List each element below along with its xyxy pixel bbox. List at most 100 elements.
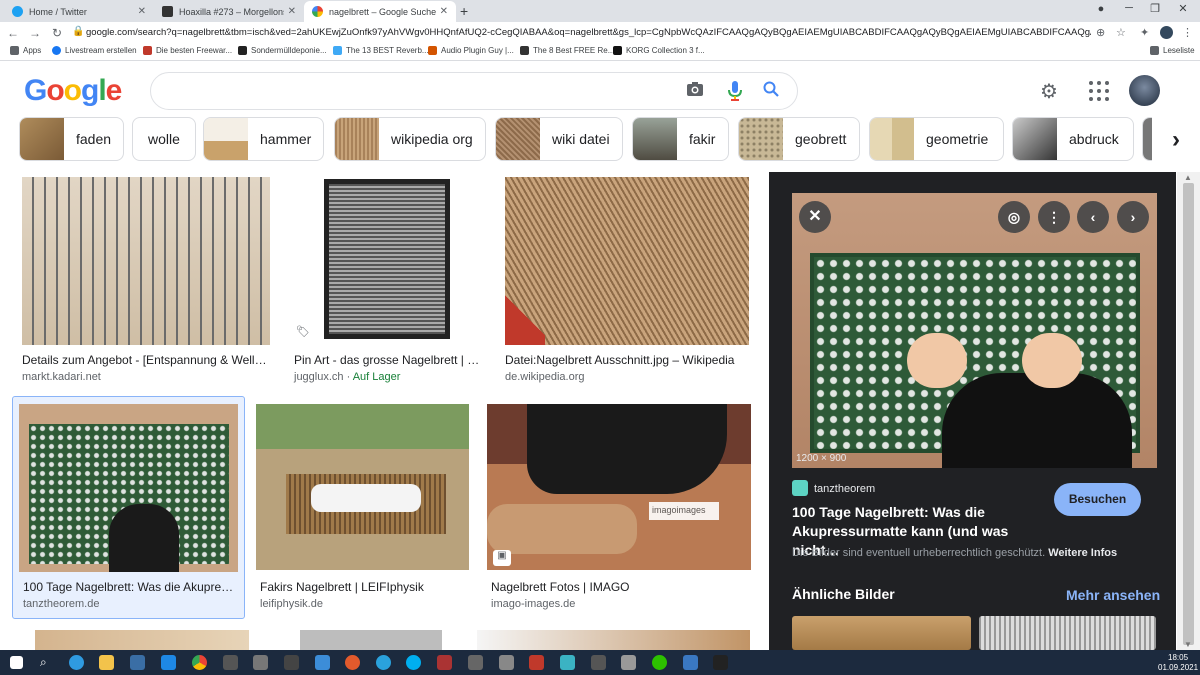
result-source[interactable]: de.wikipedia.org [505, 371, 585, 383]
close-icon[interactable]: ✕ [138, 6, 146, 17]
app-icon[interactable] [713, 655, 728, 670]
tab-twitter[interactable]: Home / Twitter ✕ [4, 1, 154, 22]
bookmark-sondermuell[interactable]: Sondermülldeponie... [238, 46, 327, 55]
similar-image[interactable] [792, 616, 971, 650]
chrome-icon[interactable] [192, 655, 207, 670]
image-result[interactable]: Datei:Nagelbrett Ausschnitt.jpg – Wikipe… [505, 177, 749, 387]
scrollbar-thumb[interactable] [1183, 183, 1194, 645]
result-source[interactable]: jugglux.ch · Auf Lager [294, 371, 400, 383]
maximize-icon[interactable]: ❐ [1142, 2, 1168, 15]
telegram-icon[interactable] [376, 655, 391, 670]
app-icon[interactable] [345, 655, 360, 670]
store-icon[interactable] [130, 655, 145, 670]
app-icon[interactable] [621, 655, 636, 670]
edge-icon[interactable] [69, 655, 84, 670]
visit-button[interactable]: Besuchen [1054, 483, 1141, 516]
tab-google-search[interactable]: nagelbrett – Google Suche ✕ [304, 1, 456, 22]
result-source[interactable]: imago-images.de [491, 598, 575, 610]
result-thumbnail[interactable] [505, 177, 749, 345]
app-icon[interactable] [499, 655, 514, 670]
search-box[interactable] [150, 72, 798, 110]
result-title[interactable]: Details zum Angebot - [Entspannung & Wel… [22, 353, 270, 367]
menu-icon[interactable]: ⋮ [1182, 26, 1193, 39]
result-thumbnail[interactable] [290, 177, 484, 345]
more-options-icon[interactable]: ⋮ [1038, 201, 1070, 233]
zoom-icon[interactable]: ⊕ [1096, 26, 1105, 39]
mail-icon[interactable] [161, 655, 176, 670]
similar-image[interactable] [979, 616, 1156, 650]
chip-geometrie[interactable]: geometrie [869, 117, 1004, 161]
scroll-up-icon[interactable]: ▲ [1184, 173, 1192, 182]
app-icon[interactable] [468, 655, 483, 670]
close-window-icon[interactable]: ✕ [1170, 2, 1196, 15]
profile-avatar-icon[interactable] [1160, 26, 1173, 39]
back-icon[interactable]: ← [4, 26, 22, 40]
tab-hoaxilla[interactable]: Hoaxilla #273 – Morgellons – HO ✕ [154, 1, 304, 22]
result-thumbnail[interactable]: imagoimages [487, 404, 751, 570]
result-title[interactable]: Fakirs Nagelbrett | LEIFIphysik [260, 580, 469, 594]
image-result[interactable]: 🏷 Pin Art - das grosse Nagelbrett | B...… [290, 177, 484, 387]
chevron-left-icon[interactable]: ‹ [1077, 201, 1109, 233]
result-title[interactable]: 100 Tage Nagelbrett: Was die Akupress... [23, 580, 235, 594]
system-clock[interactable]: 18:05 01.09.2021 [1158, 653, 1198, 673]
chip-geobrett[interactable]: geobrett [738, 117, 860, 161]
app-icon[interactable] [529, 655, 544, 670]
wechat-icon[interactable] [652, 655, 667, 670]
see-more-link[interactable]: Mehr ansehen [1066, 587, 1160, 603]
bookmark-korg[interactable]: KORG Collection 3 f... [613, 46, 705, 55]
chip-hammer[interactable]: hammer [203, 117, 324, 161]
app-icon[interactable] [683, 655, 698, 670]
search-icon[interactable] [763, 81, 779, 102]
microphone-icon[interactable] [728, 81, 742, 106]
bookmark-free-reverb[interactable]: The 8 Best FREE Re... [520, 46, 614, 55]
result-title[interactable]: Nagelbrett Fotos | IMAGO [491, 580, 751, 594]
search-icon[interactable]: ⌕ [40, 655, 55, 670]
app-icon[interactable] [284, 655, 299, 670]
close-icon[interactable]: ✕ [288, 6, 296, 17]
explorer-icon[interactable] [99, 655, 114, 670]
chip-wiki-datei[interactable]: wiki datei [495, 117, 623, 161]
chevron-right-icon[interactable]: › [1152, 117, 1200, 163]
settings-gear-icon[interactable]: ⚙ [1040, 79, 1058, 104]
result-source[interactable]: markt.kadari.net [22, 371, 101, 383]
google-logo[interactable]: Google [24, 74, 122, 108]
result-title[interactable]: Pin Art - das grosse Nagelbrett | B... [294, 353, 484, 367]
result-title[interactable]: Datei:Nagelbrett Ausschnitt.jpg – Wikipe… [505, 353, 749, 367]
chip-abdruck[interactable]: abdruck [1012, 117, 1134, 161]
result-thumbnail[interactable] [22, 177, 270, 345]
profile-dot-icon[interactable]: ● [1088, 3, 1114, 15]
chip-faden[interactable]: faden [19, 117, 124, 161]
app-icon[interactable] [560, 655, 575, 670]
chip-fakir[interactable]: fakir [632, 117, 729, 161]
source-site-name[interactable]: tanztheorem [814, 483, 875, 495]
preview-image[interactable] [792, 193, 1157, 468]
result-source[interactable]: leifiphysik.de [260, 598, 323, 610]
bookmark-star-icon[interactable]: ☆ [1116, 26, 1126, 39]
image-result[interactable]: imagoimages ▣ Nagelbrett Fotos | IMAGO i… [487, 404, 751, 616]
close-icon[interactable]: ✕ [440, 6, 448, 17]
windows-start-icon[interactable] [10, 656, 23, 669]
reload-icon[interactable]: ↻ [48, 26, 66, 40]
lens-icon[interactable]: ◎ [998, 201, 1030, 233]
image-result[interactable]: Fakirs Nagelbrett | LEIFIphysik leifiphy… [256, 404, 469, 616]
minimize-icon[interactable]: ─ [1116, 2, 1142, 14]
bookmark-audio-plugin[interactable]: Audio Plugin Guy |... [428, 46, 514, 55]
close-icon[interactable]: ✕ [799, 201, 831, 233]
forward-icon[interactable]: → [26, 26, 44, 40]
result-thumbnail[interactable] [300, 630, 442, 650]
result-thumbnail[interactable] [35, 630, 249, 650]
skype-icon[interactable] [406, 655, 421, 670]
app-icon[interactable] [315, 655, 330, 670]
chip-wolle[interactable]: wolle [132, 117, 196, 161]
bookmark-freeware[interactable]: Die besten Freewar... [143, 46, 232, 55]
result-thumbnail[interactable] [19, 404, 238, 572]
extensions-icon[interactable]: ✦ [1140, 26, 1149, 39]
image-result-selected[interactable]: 100 Tage Nagelbrett: Was die Akupress...… [19, 404, 239, 616]
result-thumbnail[interactable] [256, 404, 469, 570]
chevron-right-icon[interactable]: › [1117, 201, 1149, 233]
app-icon[interactable] [437, 655, 452, 670]
result-source[interactable]: tanztheorem.de [23, 598, 99, 610]
bookmark-livestream[interactable]: Livestream erstellen [52, 46, 137, 55]
chip-wikipedia-org[interactable]: wikipedia org [334, 117, 486, 161]
account-avatar[interactable] [1129, 75, 1160, 106]
